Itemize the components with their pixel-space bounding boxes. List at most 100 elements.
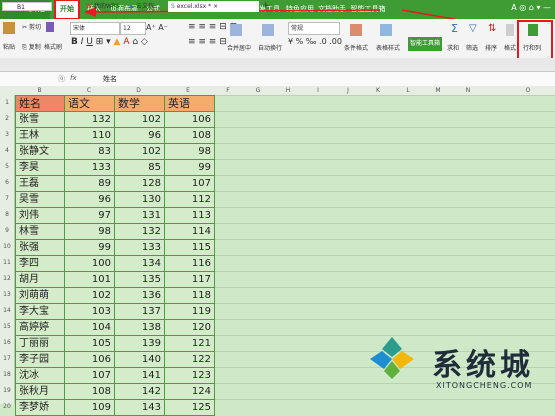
name-cell[interactable]: 丁丽丽 [15, 335, 65, 352]
font-style-buttons[interactable]: B I U ⊞ ▾ ▲ A ⌂ ◇ [71, 37, 148, 47]
align-buttons[interactable]: ≡ ≡ ≡ ⊟ [188, 37, 227, 47]
score-cell[interactable]: 142 [114, 383, 165, 400]
name-cell[interactable]: 刘萌萌 [15, 287, 65, 304]
score-cell[interactable]: 100 [64, 255, 115, 272]
score-cell[interactable]: 125 [164, 399, 215, 416]
score-cell[interactable]: 120 [164, 319, 215, 336]
sum-button[interactable]: 求和 [447, 43, 459, 52]
score-cell[interactable]: 96 [64, 191, 115, 208]
score-cell[interactable]: 131 [114, 207, 165, 224]
score-cell[interactable]: 103 [64, 303, 115, 320]
score-cell[interactable]: 135 [114, 271, 165, 288]
score-cell[interactable]: 109 [64, 399, 115, 416]
row-header[interactable]: 7 [0, 191, 14, 207]
tab-excel-file[interactable]: S excel.xlsx * × [168, 1, 259, 12]
score-cell[interactable]: 102 [114, 143, 165, 160]
score-cell[interactable]: 105 [64, 335, 115, 352]
wrap-icon[interactable] [262, 24, 274, 36]
copy-button[interactable]: ⎘ 复制 [22, 42, 41, 52]
score-cell[interactable]: 108 [64, 383, 115, 400]
column-header[interactable]: N [453, 86, 483, 95]
row-header[interactable]: 18 [0, 367, 14, 383]
font-grow-shrink[interactable]: A⁺ A⁻ [146, 23, 168, 32]
wrap-text-button[interactable]: 自动换行 [258, 43, 282, 52]
score-cell[interactable]: 97 [64, 207, 115, 224]
conditional-format-button[interactable]: 条件格式 [344, 43, 368, 52]
fx-icon[interactable]: fx [70, 74, 77, 82]
score-cell[interactable]: 99 [164, 159, 215, 176]
name-cell[interactable]: 张静文 [15, 143, 65, 160]
score-cell[interactable]: 108 [164, 127, 215, 144]
score-cell[interactable]: 140 [114, 351, 165, 368]
column-header[interactable]: J [333, 86, 363, 95]
row-header[interactable]: 6 [0, 175, 14, 191]
row-header[interactable]: 1 [0, 95, 14, 111]
score-cell[interactable]: 130 [114, 191, 165, 208]
column-header[interactable]: B [15, 86, 64, 95]
column-header[interactable]: E [163, 86, 213, 95]
table-style-icon[interactable] [380, 24, 392, 36]
row-header[interactable]: 19 [0, 383, 14, 399]
row-header[interactable]: 9 [0, 223, 14, 239]
header-cell[interactable]: 英语 [164, 95, 215, 112]
header-cell[interactable]: 姓名 [15, 95, 65, 112]
column-header[interactable]: L [393, 86, 423, 95]
name-cell[interactable]: 李四 [15, 255, 65, 272]
score-cell[interactable]: 83 [64, 143, 115, 160]
format-painter-icon[interactable] [46, 22, 54, 32]
score-cell[interactable]: 124 [164, 383, 215, 400]
row-header[interactable]: 8 [0, 207, 14, 223]
name-cell[interactable]: 高婷婷 [15, 319, 65, 336]
name-cell[interactable]: 林雪 [15, 223, 65, 240]
score-cell[interactable]: 132 [64, 111, 115, 128]
score-cell[interactable]: 134 [114, 255, 165, 272]
row-header[interactable]: 2 [0, 111, 14, 127]
score-cell[interactable]: 112 [164, 191, 215, 208]
score-cell[interactable]: 122 [164, 351, 215, 368]
name-box[interactable]: B1 [2, 2, 52, 11]
name-cell[interactable]: 刘伟 [15, 207, 65, 224]
score-cell[interactable]: 119 [164, 303, 215, 320]
merge-center-button[interactable]: 合并居中 [227, 43, 251, 52]
score-cell[interactable]: 136 [114, 287, 165, 304]
name-cell[interactable]: 王磊 [15, 175, 65, 192]
score-cell[interactable]: 99 [64, 239, 115, 256]
name-cell[interactable]: 王林 [15, 127, 65, 144]
score-cell[interactable]: 141 [114, 367, 165, 384]
row-header[interactable]: 13 [0, 287, 14, 303]
score-cell[interactable]: 106 [64, 351, 115, 368]
score-cell[interactable]: 98 [164, 143, 215, 160]
score-cell[interactable]: 133 [64, 159, 115, 176]
filter-button[interactable]: 筛选 [466, 43, 478, 52]
tab-my-wps[interactable]: W 我的WPS [86, 1, 119, 12]
score-cell[interactable]: 102 [64, 287, 115, 304]
score-cell[interactable]: 110 [64, 127, 115, 144]
score-cell[interactable]: 137 [114, 303, 165, 320]
zoom-icon[interactable]: ⓠ [58, 74, 65, 84]
format-painter-button[interactable]: 格式刷 [44, 42, 62, 51]
score-cell[interactable]: 138 [114, 319, 165, 336]
name-cell[interactable]: 胡月 [15, 271, 65, 288]
name-cell[interactable]: 沈冰 [15, 367, 65, 384]
column-header[interactable]: D [114, 86, 163, 95]
name-cell[interactable]: 李大宝 [15, 303, 65, 320]
score-cell[interactable]: 133 [114, 239, 165, 256]
name-cell[interactable]: 张雪 [15, 111, 65, 128]
column-header[interactable]: G [243, 86, 273, 95]
format-button[interactable]: 格式 [504, 43, 516, 52]
sort-button[interactable]: 排序 [485, 43, 497, 52]
number-format-buttons[interactable]: ¥ % ‰ .0 .00 [288, 37, 342, 46]
formula-input[interactable]: 姓名 [103, 74, 117, 84]
smart-toolbox-button[interactable]: 智能工具箱 [408, 37, 442, 51]
paste-button[interactable] [3, 22, 15, 34]
score-cell[interactable]: 106 [164, 111, 215, 128]
row-header[interactable]: 3 [0, 127, 14, 143]
score-cell[interactable]: 128 [114, 175, 165, 192]
score-cell[interactable]: 143 [114, 399, 165, 416]
font-family-select[interactable]: 宋体 [70, 22, 120, 35]
header-cell[interactable]: 数学 [114, 95, 165, 112]
sum-icon[interactable]: Σ [451, 22, 458, 35]
score-cell[interactable]: 107 [164, 175, 215, 192]
score-cell[interactable]: 132 [114, 223, 165, 240]
score-cell[interactable]: 117 [164, 271, 215, 288]
